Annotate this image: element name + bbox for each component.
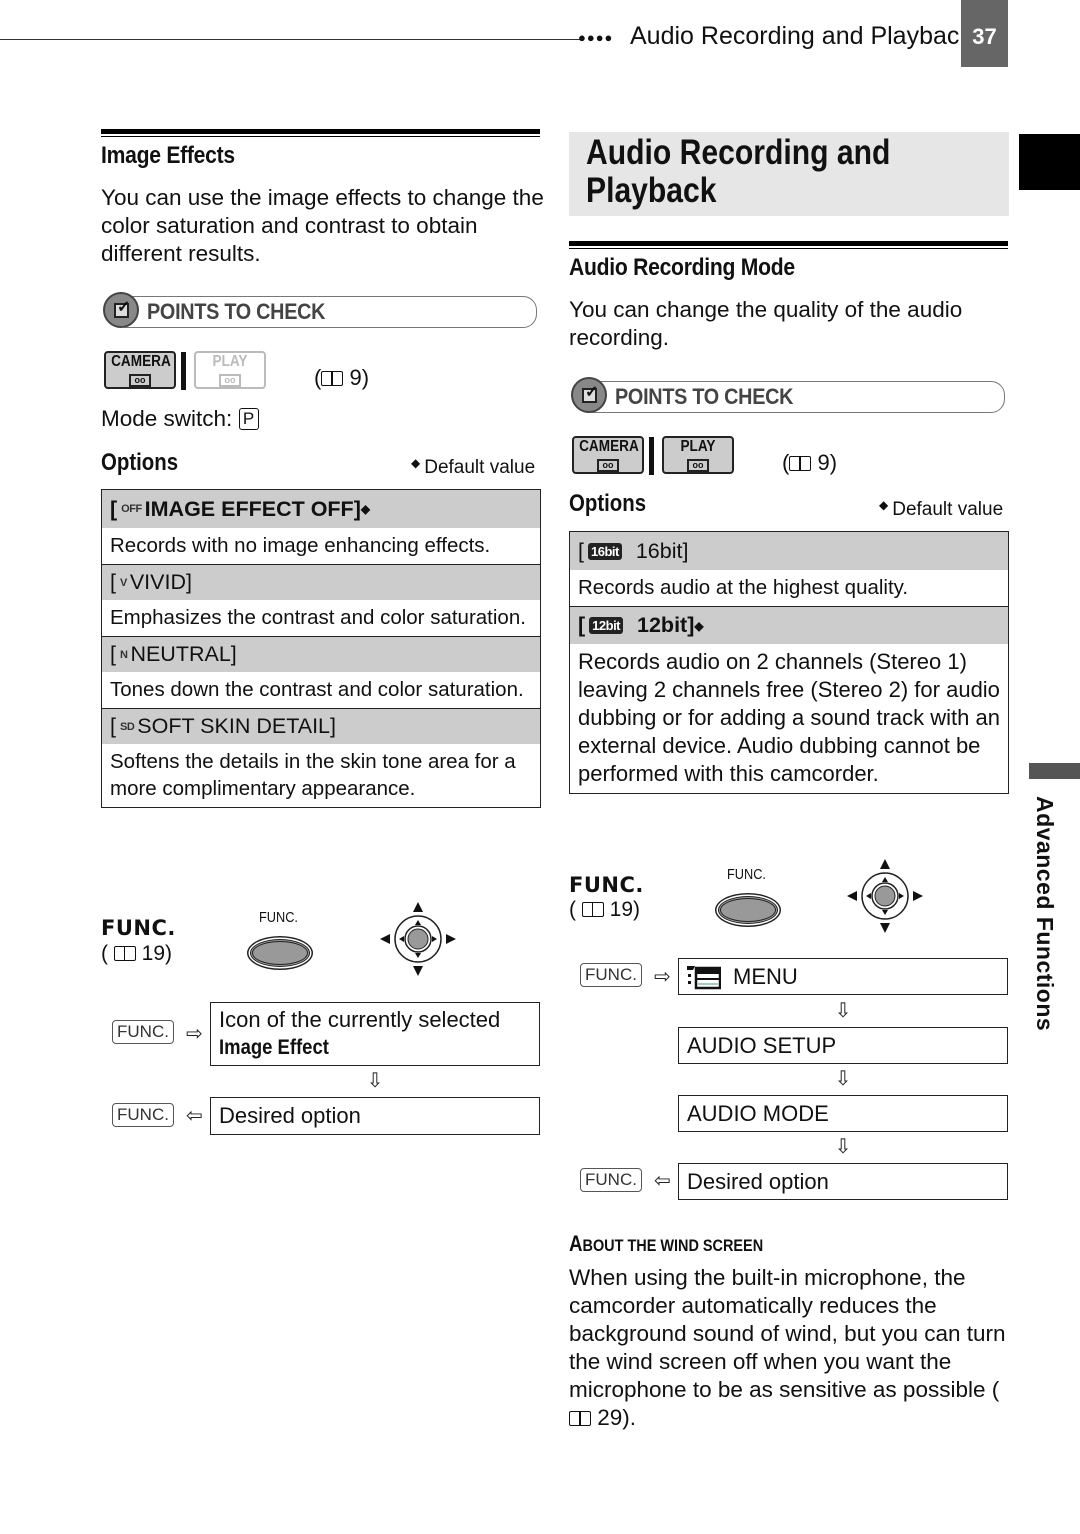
default-diamond-icon: ◆	[694, 618, 704, 633]
image-effect-options-table: [OFF IMAGE EFFECT OFF] ◆ Records with no i…	[101, 489, 541, 808]
header-dots: ●●●●	[578, 30, 614, 45]
menu-icon	[687, 965, 721, 989]
diamond-icon: ◆	[879, 498, 889, 512]
mode-switch-p-icon: P	[238, 408, 259, 430]
book-icon	[321, 371, 344, 386]
chapter-label: Advanced Functions	[1032, 796, 1058, 1032]
mode-switch: Mode switch: P	[101, 405, 259, 433]
options-heading: Options	[101, 449, 179, 476]
func-step-desired-option: Desired option	[210, 1097, 540, 1135]
16bit-icon: 16bit	[587, 542, 622, 560]
about-wind-screen-text: When using the built-in microphone, the …	[569, 1265, 1006, 1430]
diamond-icon: ◆	[411, 456, 421, 470]
default-value-legend: ◆ Default value	[411, 456, 536, 478]
func-button-caption: FUNC.	[727, 866, 766, 883]
option-neutral: [N NEUTRAL]	[102, 636, 540, 672]
default-value-legend: ◆ Default value	[879, 498, 1004, 520]
section-intro: You can change the quality of the audio …	[569, 297, 963, 350]
options-heading: Options	[569, 490, 647, 517]
page-number: 37	[961, 0, 1008, 67]
option-soft-skin-detail: [SD SOFT SKIN DETAIL]	[102, 708, 540, 744]
option-desc: Records audio on 2 channels (Stereo 1) l…	[570, 644, 1008, 793]
func-key-icon: FUNC.	[112, 1020, 174, 1044]
camera-mode-icon: CAMERA oo	[104, 351, 176, 389]
mode-separator	[649, 437, 654, 475]
effect-off-icon: OFF	[121, 503, 142, 515]
func-page-reference: ( 19)	[101, 942, 173, 965]
page-reference: ( 9)	[782, 450, 838, 475]
section-rule-thin	[101, 136, 540, 137]
tape-icon: oo	[597, 459, 619, 472]
book-icon	[581, 902, 604, 917]
arrow-down-icon: ⇩	[366, 1070, 384, 1092]
option-desc: Records audio at the highest quality.	[570, 570, 1008, 606]
func-button-caption: FUNC.	[259, 909, 298, 926]
func-button-icon	[718, 896, 778, 924]
option-12bit: [12bit 12bit] ◆	[570, 606, 1008, 644]
section-rule-thick	[569, 241, 1008, 246]
points-to-check-label: POINTS TO CHECK	[147, 299, 326, 324]
arrow-down-icon: ⇩	[834, 1136, 852, 1158]
about-wind-screen-heading: ABOUT THE WIND SCREEN	[569, 1231, 764, 1256]
func-step-menu: MENU	[678, 958, 1008, 995]
chapter-tab	[1019, 134, 1080, 190]
func-step-audio-setup: AUDIO SETUP	[678, 1027, 1008, 1064]
joystick-icon	[380, 902, 456, 976]
audio-mode-options-table: [16bit 16bit] Records audio at the highes…	[569, 531, 1009, 794]
func-step-audio-mode: AUDIO MODE	[678, 1095, 1008, 1132]
func-button-icon	[250, 939, 310, 967]
func-heading: FUNC.	[101, 916, 176, 940]
tape-icon: oo	[129, 374, 151, 387]
func-heading: FUNC.	[569, 873, 644, 897]
func-step-desired-option: Desired option	[678, 1163, 1008, 1200]
section-intro: You can use the image effects to change …	[101, 185, 544, 266]
option-vivid: [V VIVID]	[102, 564, 540, 600]
book-icon	[569, 1411, 591, 1426]
option-desc: Records with no image enhancing effects.	[102, 528, 540, 564]
page-reference: ( 9)	[314, 365, 370, 390]
effect-vivid-icon: V	[119, 576, 127, 589]
book-icon	[113, 946, 136, 961]
func-key-icon: FUNC.	[580, 1168, 642, 1192]
running-title: Audio Recording and Playback	[630, 22, 972, 50]
section-rule-thin	[569, 248, 1008, 249]
checkbox-icon: ✓	[103, 292, 139, 328]
default-diamond-icon: ◆	[360, 502, 371, 516]
camera-mode-icon: CAMERA oo	[572, 436, 644, 474]
12bit-icon: 12bit	[589, 617, 624, 634]
effect-neutral-icon: N	[119, 648, 128, 661]
func-key-icon: FUNC.	[112, 1103, 174, 1127]
option-desc: Softens the details in the skin tone are…	[102, 744, 540, 807]
section-title: Audio Recording Mode	[569, 254, 795, 281]
checkbox-icon: ✓	[571, 377, 607, 413]
header-rule	[0, 39, 582, 40]
tape-icon: oo	[687, 459, 709, 472]
arrow-right-icon: ⇨	[654, 966, 671, 988]
option-16bit: [16bit 16bit]	[570, 532, 1008, 570]
section-rule-thick	[101, 129, 540, 134]
section-title: Image Effects	[101, 142, 235, 169]
arrow-right-icon: ⇨	[186, 1023, 203, 1045]
chapter-title: Audio Recording and Playback	[586, 133, 891, 210]
points-to-check-label: POINTS TO CHECK	[615, 384, 794, 409]
func-step-current-effect: Icon of the currently selected Image Eff…	[210, 1002, 540, 1066]
play-mode-icon: PLAY oo	[194, 351, 266, 389]
option-desc: Tones down the contrast and color satura…	[102, 672, 540, 708]
arrow-left-icon: ⇦	[654, 1170, 671, 1192]
joystick-icon	[847, 859, 923, 933]
chapter-marker	[1029, 763, 1080, 779]
play-mode-icon: PLAY oo	[662, 436, 734, 474]
option-desc: Emphasizes the contrast and color satura…	[102, 600, 540, 636]
option-image-effect-off: [OFF IMAGE EFFECT OFF] ◆	[102, 490, 540, 528]
func-key-icon: FUNC.	[580, 963, 642, 987]
arrow-down-icon: ⇩	[834, 1068, 852, 1090]
effect-soft-skin-icon: SD	[119, 720, 135, 733]
arrow-left-icon: ⇦	[186, 1105, 203, 1127]
mode-separator	[181, 352, 186, 390]
book-icon	[789, 456, 812, 471]
func-page-reference: ( 19)	[569, 898, 641, 921]
arrow-down-icon: ⇩	[834, 1000, 852, 1022]
tape-icon: oo	[219, 374, 241, 387]
